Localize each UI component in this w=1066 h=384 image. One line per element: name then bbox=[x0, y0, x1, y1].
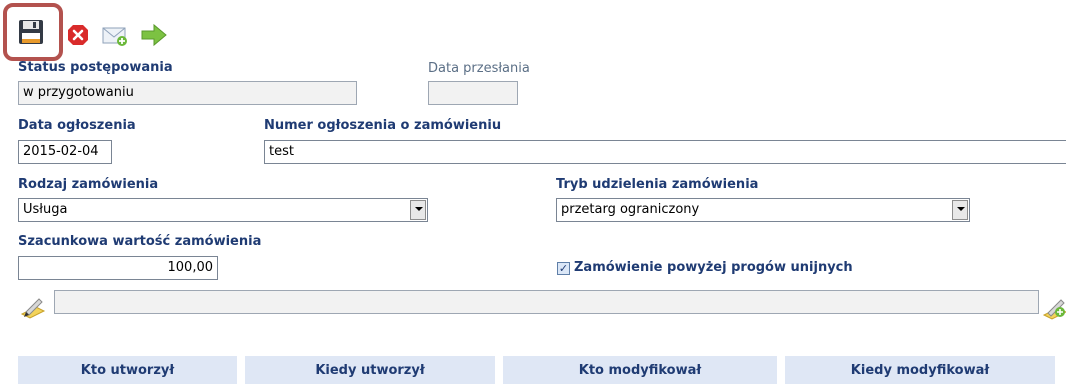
sent-date-label: Data przesłania bbox=[428, 61, 530, 76]
envelope-add-icon[interactable] bbox=[102, 24, 130, 48]
order-type-select[interactable]: Usługa bbox=[18, 198, 428, 222]
award-mode-select[interactable]: przetarg ograniczony bbox=[556, 198, 970, 222]
pencil-add-icon[interactable] bbox=[1042, 294, 1066, 320]
announcement-date-input[interactable]: 2015-02-04 bbox=[18, 140, 112, 164]
chevron-down-icon[interactable] bbox=[410, 200, 426, 220]
announcement-number-input[interactable]: test bbox=[264, 140, 1066, 164]
header-modified-when: Kiedy modyfikował bbox=[785, 356, 1055, 384]
header-created-by: Kto utworzył bbox=[18, 356, 237, 384]
pencil-edit-icon[interactable] bbox=[20, 293, 46, 319]
estimated-value-label: Szacunkowa wartość zamówienia bbox=[18, 234, 262, 249]
header-created-when: Kiedy utworzył bbox=[245, 356, 495, 384]
floppy-disk-icon[interactable] bbox=[17, 18, 45, 46]
order-type-value: Usługa bbox=[23, 202, 68, 217]
header-modified-by: Kto modyfikował bbox=[503, 356, 777, 384]
eu-threshold-label: Zamówienie powyżej progów unijnych bbox=[574, 260, 853, 275]
chevron-down-icon[interactable] bbox=[952, 200, 968, 220]
status-field: w przygotowaniu bbox=[18, 81, 357, 105]
attachment-field[interactable] bbox=[54, 290, 1039, 314]
estimated-value-input[interactable]: 100,00 bbox=[18, 256, 218, 280]
award-mode-label: Tryb udzielenia zamówienia bbox=[556, 177, 759, 192]
announcement-number-label: Numer ogłoszenia o zamówieniu bbox=[264, 118, 502, 133]
order-type-label: Rodzaj zamówienia bbox=[18, 177, 159, 192]
announcement-date-label: Data ogłoszenia bbox=[18, 118, 136, 133]
status-label: Status postępowania bbox=[18, 60, 173, 75]
eu-threshold-checkbox[interactable]: ✓ bbox=[557, 262, 570, 275]
red-x-icon[interactable] bbox=[66, 23, 90, 47]
sent-date-field bbox=[428, 81, 518, 105]
green-arrow-icon[interactable] bbox=[140, 23, 168, 47]
award-mode-value: przetarg ograniczony bbox=[561, 202, 700, 217]
